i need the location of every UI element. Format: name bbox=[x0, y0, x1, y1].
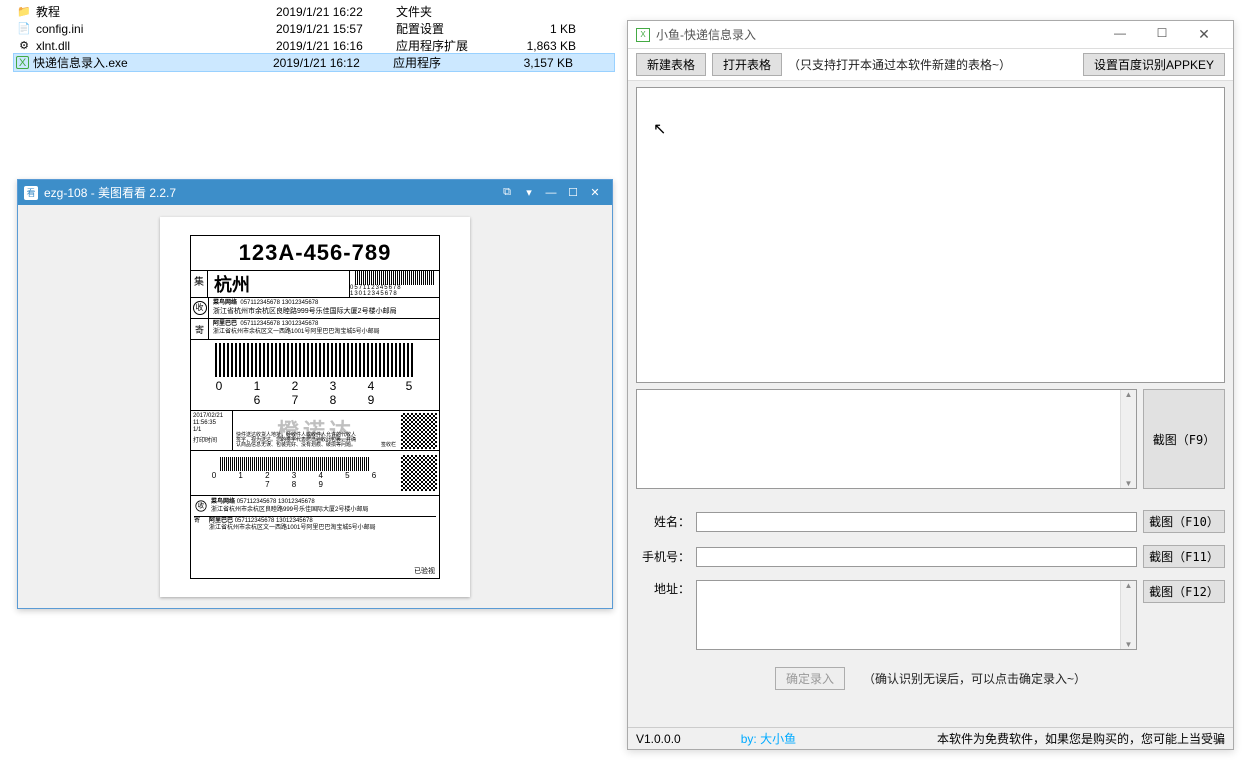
qr-code bbox=[401, 455, 437, 491]
minimize-icon[interactable]: — bbox=[1099, 25, 1141, 45]
exe-icon: X bbox=[16, 56, 29, 69]
send-address: 浙江省杭州市余杭区文一西路1001号阿里巴巴淘宝城5号小邮局 bbox=[213, 329, 435, 337]
file-date: 2019/1/21 16:12 bbox=[273, 56, 393, 70]
version-label: V1.0.0.0 bbox=[636, 732, 681, 746]
recv-address: 浙江省杭州市余杭区良睦路999号乐佳国际大厦2号楼小邮局 bbox=[213, 307, 435, 316]
ocr-result-area[interactable]: ▲▼ bbox=[636, 389, 1137, 489]
maximize-icon[interactable]: ☐ bbox=[562, 186, 584, 199]
minimize-icon[interactable]: — bbox=[540, 187, 562, 199]
viewer-titlebar[interactable]: 看 ezg-108 - 美图看看 2.2.7 ⧉ ▾ — ☐ ✕ bbox=[18, 180, 612, 205]
screenshot-f11-button[interactable]: 截图（F11） bbox=[1143, 545, 1225, 568]
file-name: 快递信息录入.exe bbox=[33, 54, 273, 71]
scrollbar[interactable]: ▲▼ bbox=[1120, 390, 1136, 488]
file-type: 应用程序 bbox=[393, 54, 493, 71]
app-icon: 看 bbox=[24, 186, 38, 200]
phone-label: 手机号： bbox=[636, 548, 690, 565]
set-appkey-button[interactable]: 设置百度识别APPKEY bbox=[1083, 53, 1225, 76]
confirm-entry-button[interactable]: 确定录入 bbox=[775, 667, 845, 690]
verified-label: 已验视 bbox=[191, 564, 439, 578]
screenshot-f10-button[interactable]: 截图（F10） bbox=[1143, 510, 1225, 533]
send-tag: 寄 bbox=[191, 319, 209, 339]
chevron-down-icon[interactable]: ▾ bbox=[518, 186, 540, 199]
restore-down-icon[interactable]: ⧉ bbox=[496, 186, 518, 199]
maximize-icon[interactable]: ☐ bbox=[1141, 25, 1183, 45]
file-row[interactable]: ⚙ xlnt.dll 2019/1/21 16:16 应用程序扩展 1,863 … bbox=[14, 37, 614, 54]
file-name: 教程 bbox=[36, 3, 276, 20]
file-type: 应用程序扩展 bbox=[396, 37, 496, 54]
toolbar: 新建表格 打开表格 （只支持打开本通过本软件新建的表格~） 设置百度识别APPK… bbox=[628, 49, 1233, 81]
screenshot-f12-button[interactable]: 截图（F12） bbox=[1143, 580, 1225, 603]
file-size: 3,157 KB bbox=[493, 56, 573, 70]
app-window: X 小鱼-快递信息录入 — ☐ ✕ 新建表格 打开表格 （只支持打开本通过本软件… bbox=[627, 20, 1234, 750]
scrollbar[interactable]: ▲▼ bbox=[1120, 581, 1136, 649]
app-icon: X bbox=[636, 28, 650, 42]
file-type: 文件夹 bbox=[396, 3, 496, 20]
file-row[interactable]: 📄 config.ini 2019/1/21 15:57 配置设置 1 KB bbox=[14, 20, 614, 37]
preview-area[interactable] bbox=[636, 87, 1225, 383]
open-sheet-button[interactable]: 打开表格 bbox=[712, 53, 782, 76]
file-date: 2019/1/21 16:22 bbox=[276, 5, 396, 19]
close-icon[interactable]: ✕ bbox=[1183, 25, 1225, 45]
dll-icon: ⚙ bbox=[16, 38, 32, 54]
recv-tag: 收 bbox=[193, 301, 207, 315]
ini-icon: 📄 bbox=[16, 21, 32, 37]
qr-code bbox=[401, 413, 437, 449]
author-link[interactable]: 大小鱼 bbox=[760, 732, 796, 746]
file-size: 1,863 KB bbox=[496, 39, 576, 53]
name-label: 姓名： bbox=[636, 513, 690, 530]
file-name: xlnt.dll bbox=[36, 39, 276, 53]
screenshot-f9-button[interactable]: 截图（F9） bbox=[1143, 389, 1225, 489]
address-input[interactable]: ▲▼ bbox=[696, 580, 1137, 650]
image-viewer-window: 看 ezg-108 - 美图看看 2.2.7 ⧉ ▾ — ☐ ✕ 123A-45… bbox=[17, 179, 613, 609]
file-size: 1 KB bbox=[496, 22, 576, 36]
address-label: 地址： bbox=[636, 580, 690, 597]
file-type: 配置设置 bbox=[396, 20, 496, 37]
name-input[interactable] bbox=[696, 512, 1137, 532]
folder-icon: 📁 bbox=[16, 4, 32, 20]
file-date: 2019/1/21 16:16 bbox=[276, 39, 396, 53]
viewer-body: 123A-456-789 集 杭州 057112345678 130123456… bbox=[18, 205, 612, 608]
viewer-title-text: ezg-108 - 美图看看 2.2.7 bbox=[44, 184, 176, 201]
app-title-text: 小鱼-快递信息录入 bbox=[656, 26, 756, 43]
mini-barcode: 057112345678 13012345678 bbox=[349, 271, 439, 297]
phone-input[interactable] bbox=[696, 547, 1137, 567]
city-tag: 集 bbox=[191, 271, 208, 297]
shipping-label: 123A-456-789 集 杭州 057112345678 130123456… bbox=[160, 217, 470, 597]
close-icon[interactable]: ✕ bbox=[584, 186, 606, 199]
file-row[interactable]: 📁 教程 2019/1/21 16:22 文件夹 bbox=[14, 3, 614, 20]
dest-city: 杭州 bbox=[208, 271, 349, 297]
file-name: config.ini bbox=[36, 22, 276, 36]
secondary-barcode: 0 1 2 3 4 5 6 7 8 9 bbox=[191, 457, 399, 489]
confirm-hint: （确认识别无误后，可以点击确定录入~） bbox=[863, 670, 1086, 687]
new-sheet-button[interactable]: 新建表格 bbox=[636, 53, 706, 76]
tracking-number: 123A-456-789 bbox=[191, 236, 439, 271]
open-hint: （只支持打开本通过本软件新建的表格~） bbox=[788, 56, 1011, 73]
main-barcode: 0 1 2 3 4 5 6 7 8 9 bbox=[191, 340, 439, 411]
statusbar: V1.0.0.0 by: 大小鱼 本软件为免费软件，如果您是购买的，您可能上当受… bbox=[628, 727, 1233, 749]
file-date: 2019/1/21 15:57 bbox=[276, 22, 396, 36]
file-list: 📁 教程 2019/1/21 16:22 文件夹 📄 config.ini 20… bbox=[14, 3, 614, 71]
app-titlebar[interactable]: X 小鱼-快递信息录入 — ☐ ✕ bbox=[628, 21, 1233, 49]
footer-notice: 本软件为免费软件，如果您是购买的，您可能上当受骗 bbox=[937, 730, 1225, 747]
file-row[interactable]: X 快递信息录入.exe 2019/1/21 16:12 应用程序 3,157 … bbox=[14, 54, 614, 71]
